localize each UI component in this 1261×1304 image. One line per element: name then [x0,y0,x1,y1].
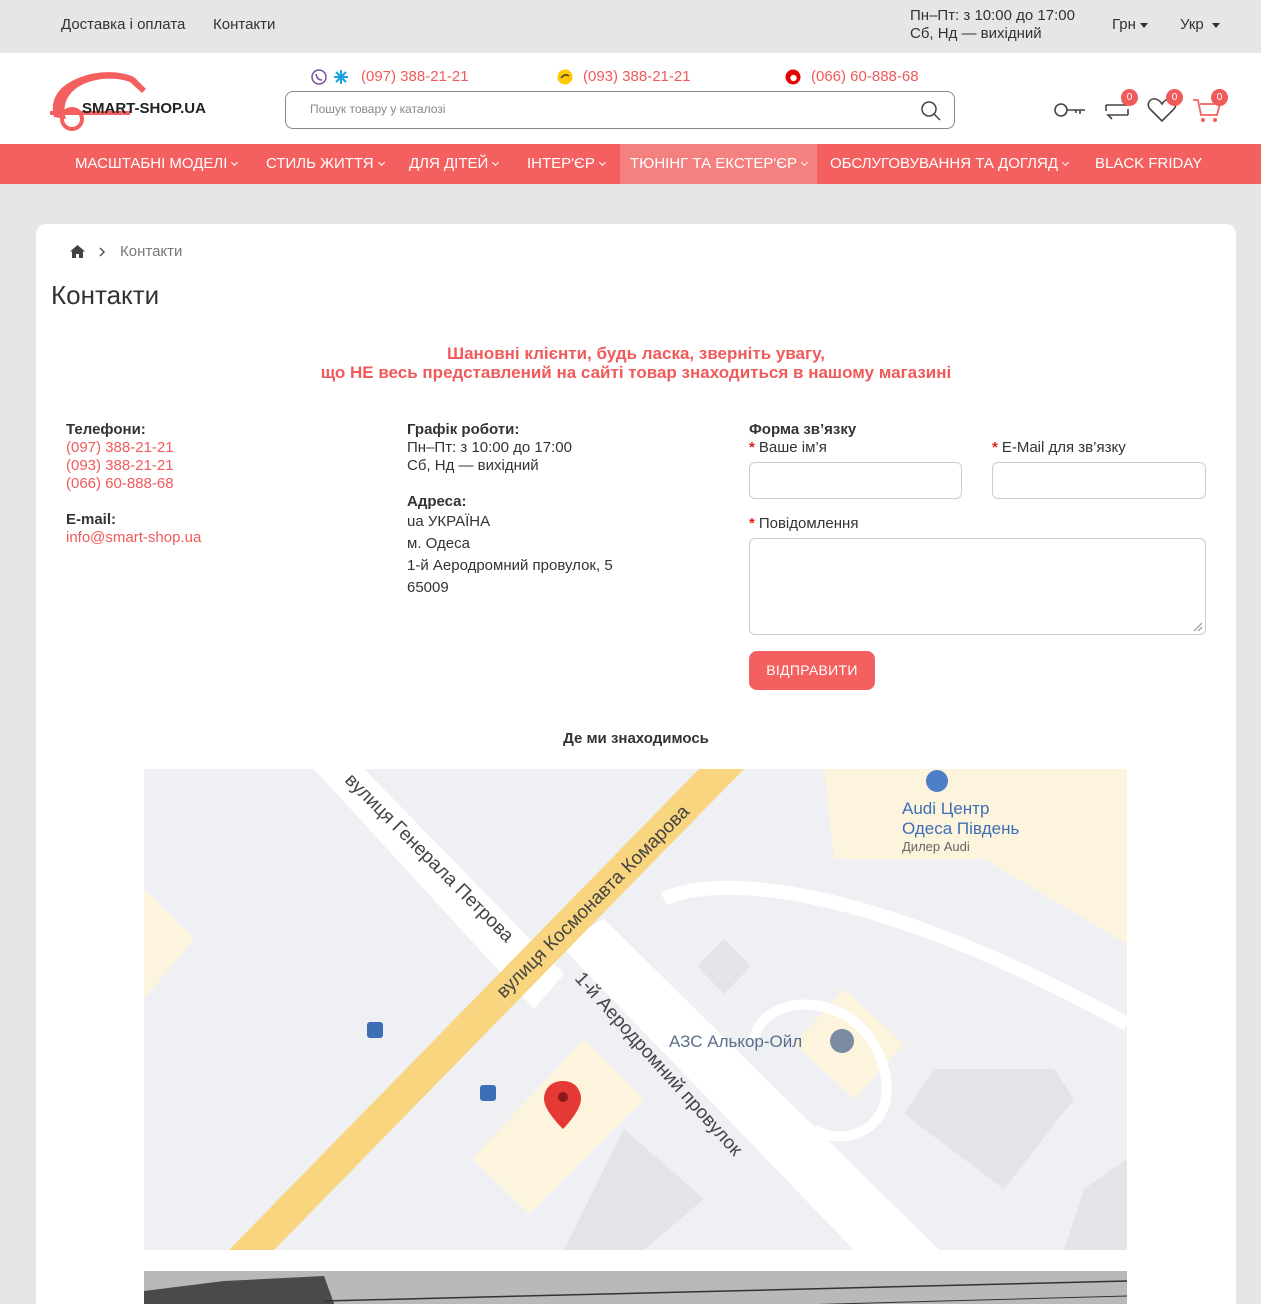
phone-number: (097) 388-21-21 [361,68,469,85]
home-icon[interactable] [70,245,85,258]
poi-label: Одеса Південь [902,819,1019,838]
address-line: м. Одеса [407,535,470,552]
hours-weekdays: Пн–Пт: з 10:00 до 17:00 [910,7,1075,24]
viber-icon [311,68,327,85]
search-box [285,91,955,129]
caret-down-icon [1211,22,1220,28]
poi-label: Audi Центр [902,799,989,818]
cart-count: 0 [1211,89,1228,106]
phones-label: Телефони: [66,421,146,438]
key-icon[interactable] [1052,93,1088,127]
name-label: * Ваше ім’я [749,439,827,456]
phone-lifecell[interactable]: (093) 388-21-21 [557,68,691,85]
resize-handle-icon[interactable] [1191,620,1203,632]
phone-number: (093) 388-21-21 [583,68,691,85]
caret-down-icon [1139,22,1148,28]
language-selector[interactable]: Укр [1180,16,1220,33]
main-nav: МАСШТАБНІ МОДЕЛІ СТИЛЬ ЖИТТЯ ДЛЯ ДІТЕЙ І… [0,144,1261,184]
nav-item-interior[interactable]: ІНТЕР'ЄР [517,144,615,184]
email-link[interactable]: info@smart-shop.ua [66,529,201,547]
email-field-label: * E-Mail для зв’язку [992,439,1126,456]
lifecell-icon [557,69,573,84]
phone-kyivstar[interactable]: (097) 388-21-21 [311,68,469,85]
schedule-weekdays: Пн–Пт: з 10:00 до 17:00 [407,439,572,456]
chevron-down-icon [231,158,239,167]
phone-link[interactable]: (066) 60-888-68 [66,475,201,493]
map-canvas: вулиця Генерала Петрова вулиця Космонавт… [144,769,1127,1250]
nav-item-scale-models[interactable]: МАСШТАБНІ МОДЕЛІ [65,144,247,184]
notice-line: Шановні клієнти, будь ласка, зверніть ув… [447,344,825,363]
address-line: 65009 [407,579,449,596]
logo-text: SMART-SHOP.UA [82,100,206,117]
nav-item-service[interactable]: ОБСЛУГОВУВАННЯ ТА ДОГЛЯД [820,144,1078,184]
email-label: E-mail: [66,511,117,528]
kyivstar-icon [334,69,348,84]
search-icon[interactable] [920,100,942,122]
chevron-down-icon [800,158,809,167]
content-card: Контакти Контакти Шановні клієнти, будь … [36,224,1236,1304]
address-line: ua УКРАЇНА [407,513,491,530]
compare-count: 0 [1121,89,1138,106]
chevron-down-icon [1061,158,1070,167]
address-line: 1-й Аеродромний провулок, 5 [407,557,613,574]
poi-label: АЗС Алькор-Ойл [669,1032,802,1051]
logo[interactable]: SMART-SHOP.UA [50,67,210,131]
name-input[interactable] [749,462,962,499]
notice: Шановні клієнти, будь ласка, зверніть ув… [36,344,1236,382]
phone-vodafone[interactable]: (066) 60-888-68 [785,68,919,85]
chevron-right-icon [99,246,106,257]
breadcrumb: Контакти [70,243,182,260]
wishlist-button[interactable]: 0 [1145,89,1183,127]
chevron-down-icon [492,158,500,167]
address-label: Адреса: [407,493,467,510]
submit-button[interactable]: ВІДПРАВИТИ [749,651,875,690]
schedule-label: Графік роботи: [407,421,520,438]
hours-weekend: Сб, Нд — вихідний [910,25,1042,42]
page-title: Контакти [51,280,160,310]
compare-button[interactable]: 0 [1100,89,1138,127]
top-bar: Доставка і оплата Контакти Пн–Пт: з 10:0… [0,0,1261,53]
form-title: Форма зв’язку [749,421,857,438]
notice-line: що НЕ весь представлений на сайті товар … [320,363,952,382]
delivery-link[interactable]: Доставка і оплата [61,16,185,33]
message-textarea[interactable] [749,538,1206,635]
phone-link[interactable]: (093) 388-21-21 [66,457,201,475]
phone-link[interactable]: (097) 388-21-21 [66,439,201,457]
language-value: Укр [1180,16,1204,33]
chevron-down-icon [598,158,606,167]
nav-item-black-friday[interactable]: BLACK FRIDAY [1085,144,1212,184]
store-photo [144,1271,1127,1304]
schedule-weekend: Сб, Нд — вихідний [407,457,539,474]
email-input[interactable] [992,462,1206,499]
phones-column: Телефони: (097) 388-21-21 (093) 388-21-2… [66,421,201,547]
map-heading: Де ми знаходимось [563,730,709,747]
contacts-link[interactable]: Контакти [213,16,275,33]
vodafone-icon [785,69,801,84]
header: SMART-SHOP.UA (097) 388-21-21 (093) 388-… [0,53,1261,144]
nav-item-lifestyle[interactable]: СТИЛЬ ЖИТТЯ [256,144,394,184]
chevron-down-icon [377,158,385,167]
nav-item-tuning[interactable]: ТЮНІНГ ТА ЕКСТЕР'ЄР [620,144,818,184]
schedule-column: Графік роботи: Пн–Пт: з 10:00 до 17:00 С… [407,421,613,599]
wishlist-count: 0 [1166,89,1183,106]
poi-label: Дилер Audi [902,839,970,854]
nav-item-kids[interactable]: ДЛЯ ДІТЕЙ [399,144,508,184]
search-input[interactable] [310,102,890,116]
working-hours: Пн–Пт: з 10:00 до 17:00 Сб, Нд — вихідни… [910,7,1075,43]
currency-selector[interactable]: Грн [1112,16,1148,33]
store-photo-canvas [144,1271,1127,1304]
message-label: * Повідомлення [749,515,859,532]
location-map[interactable]: вулиця Генерала Петрова вулиця Космонавт… [144,769,1127,1250]
currency-value: Грн [1112,16,1136,33]
breadcrumb-current: Контакти [120,243,183,260]
cart-button[interactable]: 0 [1190,89,1228,127]
phone-number: (066) 60-888-68 [811,68,919,85]
